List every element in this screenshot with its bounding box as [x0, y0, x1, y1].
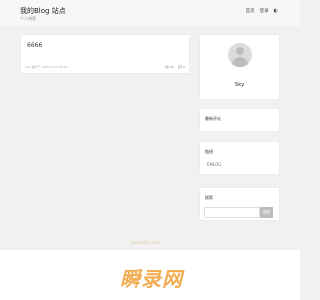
avatar: [228, 43, 252, 67]
profile-name: Sky: [234, 82, 245, 88]
search-input[interactable]: [204, 207, 260, 218]
site-title[interactable]: 我的Blog 站点: [20, 6, 66, 16]
post-meta: Sky 发布于: 2023-2-14 22:32: [25, 65, 68, 69]
nav-item-home[interactable]: 首页: [246, 8, 255, 14]
latest-comments-title: 最新评论: [205, 116, 221, 121]
search-widget: 搜索 搜索: [199, 187, 280, 221]
nav-item-login[interactable]: 登录: [260, 8, 269, 14]
views-stat: 80: [165, 65, 174, 69]
profile-card: Sky: [199, 34, 280, 100]
post-title[interactable]: 6666: [27, 42, 42, 49]
links-title: 链接: [205, 149, 213, 154]
search-title: 搜索: [205, 195, 213, 200]
watermark-url: www.sjlsz.com: [131, 240, 161, 245]
views-count: 80: [170, 65, 175, 69]
links-widget: 链接 EMLOG: [199, 141, 280, 175]
search-button[interactable]: 搜索: [260, 207, 273, 218]
link-item-emlog[interactable]: EMLOG: [207, 162, 221, 167]
comments-stat: 0: [178, 65, 185, 69]
theme-toggle-icon[interactable]: ◐: [274, 8, 278, 14]
post-card: 6666 Sky 发布于: 2023-2-14 22:32 80 0: [20, 34, 190, 74]
site-header: 我的Blog 站点 个人博客 首页 登录 ◐: [0, 0, 300, 26]
watermark-logo: 瞬录网: [120, 267, 183, 291]
latest-comments-widget: 最新评论: [199, 108, 280, 132]
site-subtitle: 个人博客: [20, 16, 36, 21]
post-stats: 80 0: [165, 65, 185, 69]
comment-icon: [178, 65, 182, 69]
comments-count: 0: [183, 65, 185, 69]
eye-icon: [165, 65, 170, 69]
top-nav: 首页 登录 ◐: [246, 8, 278, 14]
